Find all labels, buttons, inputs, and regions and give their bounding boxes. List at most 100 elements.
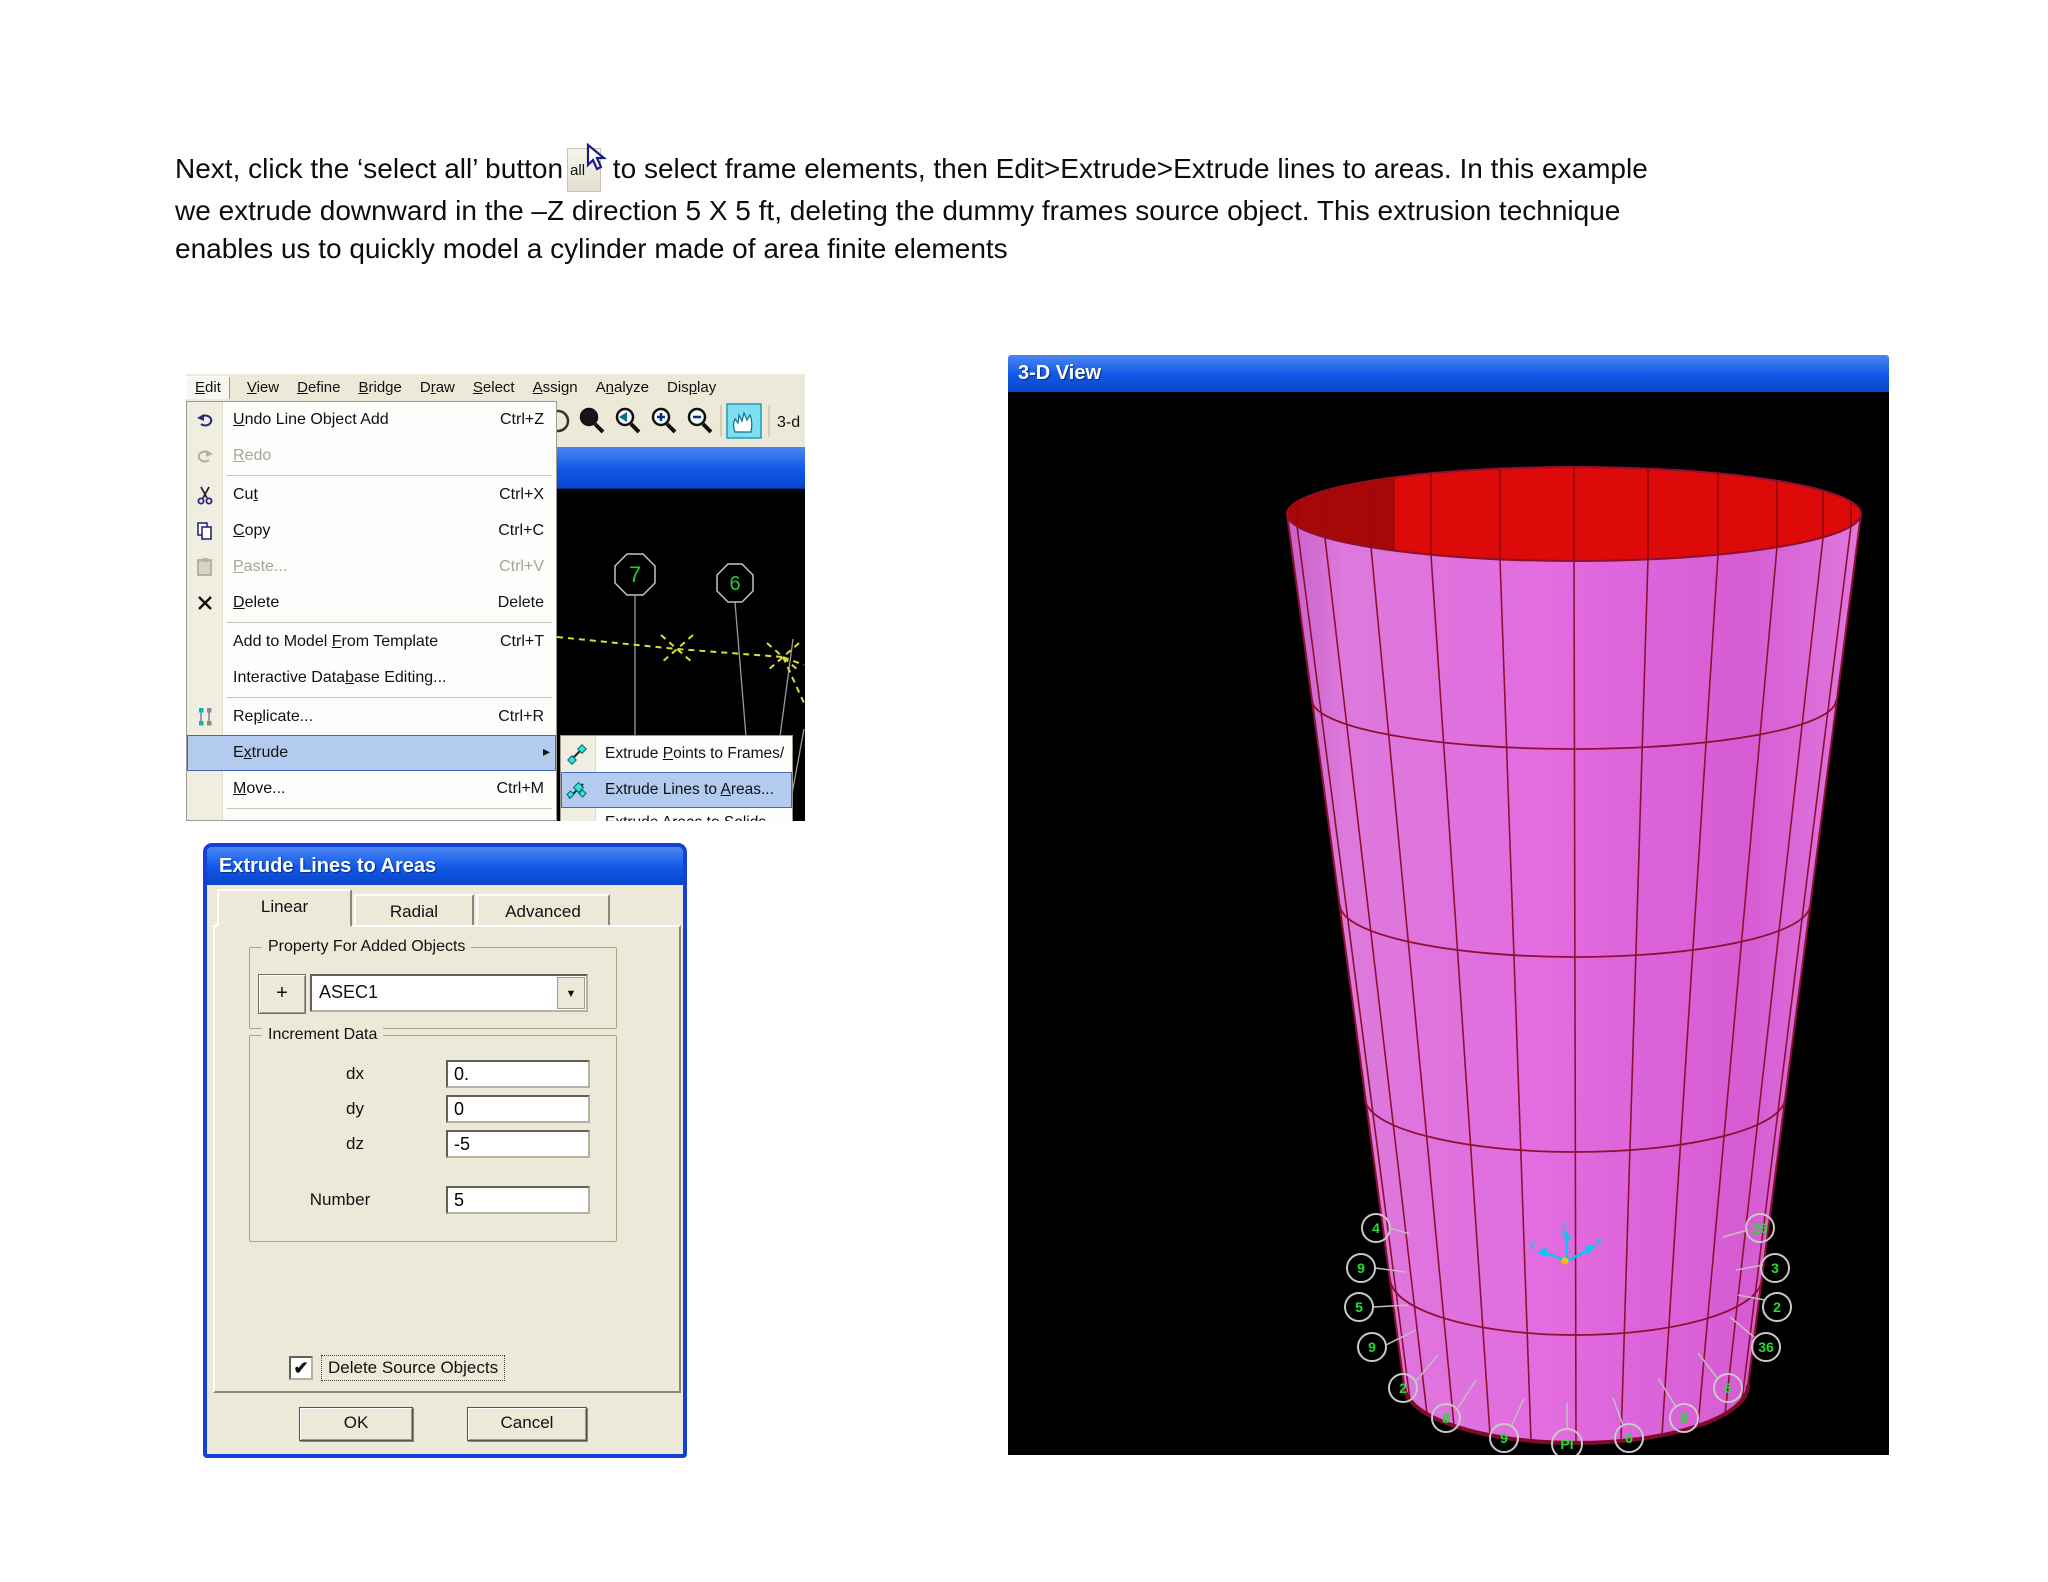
delete-source-checkbox[interactable]: ✔	[289, 1356, 313, 1380]
svg-text:6: 6	[1724, 1380, 1732, 1396]
menu-item-extrude[interactable]: Extrude ▸	[187, 735, 556, 771]
dx-input[interactable]	[446, 1060, 590, 1088]
dz-input[interactable]	[446, 1130, 590, 1158]
cancel-button[interactable]: Cancel	[467, 1407, 587, 1441]
extrude-submenu: Extrude Points to Frames/ Extrude Lines …	[560, 735, 793, 821]
svg-text:9: 9	[1500, 1430, 1508, 1446]
delete-icon	[193, 591, 217, 615]
tab-radial[interactable]: Radial	[354, 894, 474, 927]
menu-select[interactable]: Select	[464, 376, 524, 399]
svg-text:2: 2	[1773, 1299, 1781, 1315]
document-page: { "paragraph": { "line1_before": "Next, …	[0, 0, 2048, 1582]
redo-icon	[193, 444, 217, 468]
node-7-label: 7	[629, 562, 641, 587]
cut-icon	[193, 483, 217, 507]
dy-label: dy	[346, 1099, 364, 1118]
threed-view-label[interactable]: 3-d	[777, 414, 800, 431]
menu-view[interactable]: View	[238, 376, 288, 399]
menu-draw[interactable]: Draw	[411, 376, 464, 399]
paragraph-text-2: to select frame elements, then Edit>Extr…	[605, 153, 1648, 184]
property-combobox[interactable]: ASEC1 ▼	[310, 974, 588, 1012]
axis-y-label: Y	[1528, 1239, 1536, 1253]
copy-icon	[193, 519, 217, 543]
svg-text:4: 4	[1372, 1220, 1380, 1236]
paragraph-text-1: Next, click the ‘select all’ button	[175, 153, 564, 184]
tab-linear[interactable]: Linear	[217, 889, 352, 927]
menu-edit[interactable]: Edit	[186, 376, 230, 399]
node-tag-6: 6	[716, 563, 754, 603]
property-group-label: Property For Added Objects	[262, 938, 472, 956]
add-property-button[interactable]: +	[258, 974, 306, 1014]
menu-item-delete[interactable]: Delete Delete	[187, 585, 556, 621]
submenu-arrow-icon: ▸	[542, 743, 550, 759]
svg-text:2: 2	[1399, 1380, 1407, 1396]
zoom-out-icon[interactable]	[687, 407, 713, 434]
menu-define[interactable]: Define	[288, 376, 349, 399]
zoom-previous-icon[interactable]	[615, 407, 641, 434]
extrude-lines-icon	[566, 779, 588, 806]
toolbar: 3-d	[546, 401, 805, 442]
number-label: Number	[309, 1190, 371, 1209]
3d-view-titlebar[interactable]: 3-D View	[1008, 355, 1889, 392]
increment-group-label: Increment Data	[262, 1026, 384, 1044]
menu-item-replicate[interactable]: Replicate... Ctrl+R	[187, 699, 556, 735]
svg-text:5: 5	[1355, 1299, 1363, 1315]
partial-toolbar-icon[interactable]	[546, 409, 570, 433]
select-all-button-image: all	[567, 143, 608, 192]
menu-assign[interactable]: Assign	[524, 376, 587, 399]
zoom-in-icon[interactable]	[651, 407, 677, 434]
dialog-titlebar[interactable]: Extrude Lines to Areas	[207, 847, 683, 885]
menu-item-cut[interactable]: Cut Ctrl+X	[187, 477, 556, 513]
submenu-item-extrude-areas-clipped[interactable]: Extrude Areas to Solids...	[561, 808, 792, 821]
3d-view-canvas[interactable]: Z Y X 4 9 5 9 2 8 9 PI 6 8 6 36 2 3 26	[1008, 392, 1889, 1460]
submenu-item-extrude-lines[interactable]: Extrude Lines to Areas...	[561, 772, 792, 808]
svg-text:9: 9	[1368, 1339, 1376, 1355]
svg-text:36: 36	[1758, 1339, 1774, 1355]
menu-bar: Edit View Define Bridge Draw Select Assi…	[186, 374, 805, 401]
tab-advanced[interactable]: Advanced	[476, 894, 610, 927]
svg-text:3: 3	[1771, 1260, 1779, 1276]
menu-item-copy[interactable]: Copy Ctrl+C	[187, 513, 556, 549]
property-group: Property For Added Objects + ASEC1 ▼	[249, 938, 617, 1029]
pan-hand-button[interactable]	[726, 403, 762, 439]
menu-item-interactive-db[interactable]: Interactive Database Editing...	[187, 660, 556, 696]
menu-item-undo[interactable]: Undo Line Object Add Ctrl+Z	[187, 402, 556, 438]
svg-text:8: 8	[1680, 1410, 1688, 1426]
svg-text:PI: PI	[1560, 1436, 1573, 1452]
combobox-dropdown-icon[interactable]: ▼	[557, 977, 585, 1009]
menu-display[interactable]: Display	[658, 376, 725, 399]
axis-z-label: Z	[1560, 1222, 1567, 1236]
number-input[interactable]	[446, 1186, 590, 1214]
axis-x-label: X	[1595, 1235, 1603, 1249]
menu-analyze[interactable]: Analyze	[587, 376, 658, 399]
property-combobox-value: ASEC1	[319, 982, 379, 1002]
svg-text:9: 9	[1357, 1260, 1365, 1276]
menu-separator	[227, 622, 552, 623]
menu-bridge[interactable]: Bridge	[349, 376, 410, 399]
submenu-item-extrude-points[interactable]: Extrude Points to Frames/	[561, 736, 792, 772]
paste-icon	[193, 555, 217, 579]
cursor-arrow-icon	[586, 143, 608, 171]
delete-source-row: ✔ Delete Source Objects	[289, 1355, 506, 1381]
delete-source-label: Delete Source Objects	[321, 1355, 506, 1381]
menu-item-add-to-model[interactable]: Add to Model From Template Ctrl+T	[187, 624, 556, 660]
menu-item-move[interactable]: Move... Ctrl+M	[187, 771, 556, 807]
dy-input[interactable]	[446, 1095, 590, 1123]
node-tag-7: 7	[614, 553, 656, 596]
svg-text:6: 6	[1625, 1430, 1633, 1446]
menu-item-redo[interactable]: Redo	[187, 438, 556, 474]
inner-window-titlebar	[557, 447, 805, 489]
paragraph-text-3: we extrude downward in the –Z direction …	[175, 195, 1621, 226]
menu-separator	[227, 475, 552, 476]
edit-menu-dropdown: Undo Line Object Add Ctrl+Z Redo Cut Ctr…	[186, 401, 557, 821]
svg-text:26: 26	[1752, 1220, 1768, 1236]
ok-button[interactable]: OK	[299, 1407, 413, 1441]
sap-window-screenshot: Edit View Define Bridge Draw Select Assi…	[186, 374, 805, 821]
menu-separator	[227, 808, 552, 809]
undo-icon	[193, 408, 217, 432]
zoom-full-icon[interactable]	[579, 407, 605, 434]
menu-separator	[227, 697, 552, 698]
replicate-icon	[193, 705, 217, 729]
menu-item-paste[interactable]: Paste... Ctrl+V	[187, 549, 556, 585]
intro-paragraph: Next, click the ‘select all’ button all t…	[175, 143, 1840, 268]
